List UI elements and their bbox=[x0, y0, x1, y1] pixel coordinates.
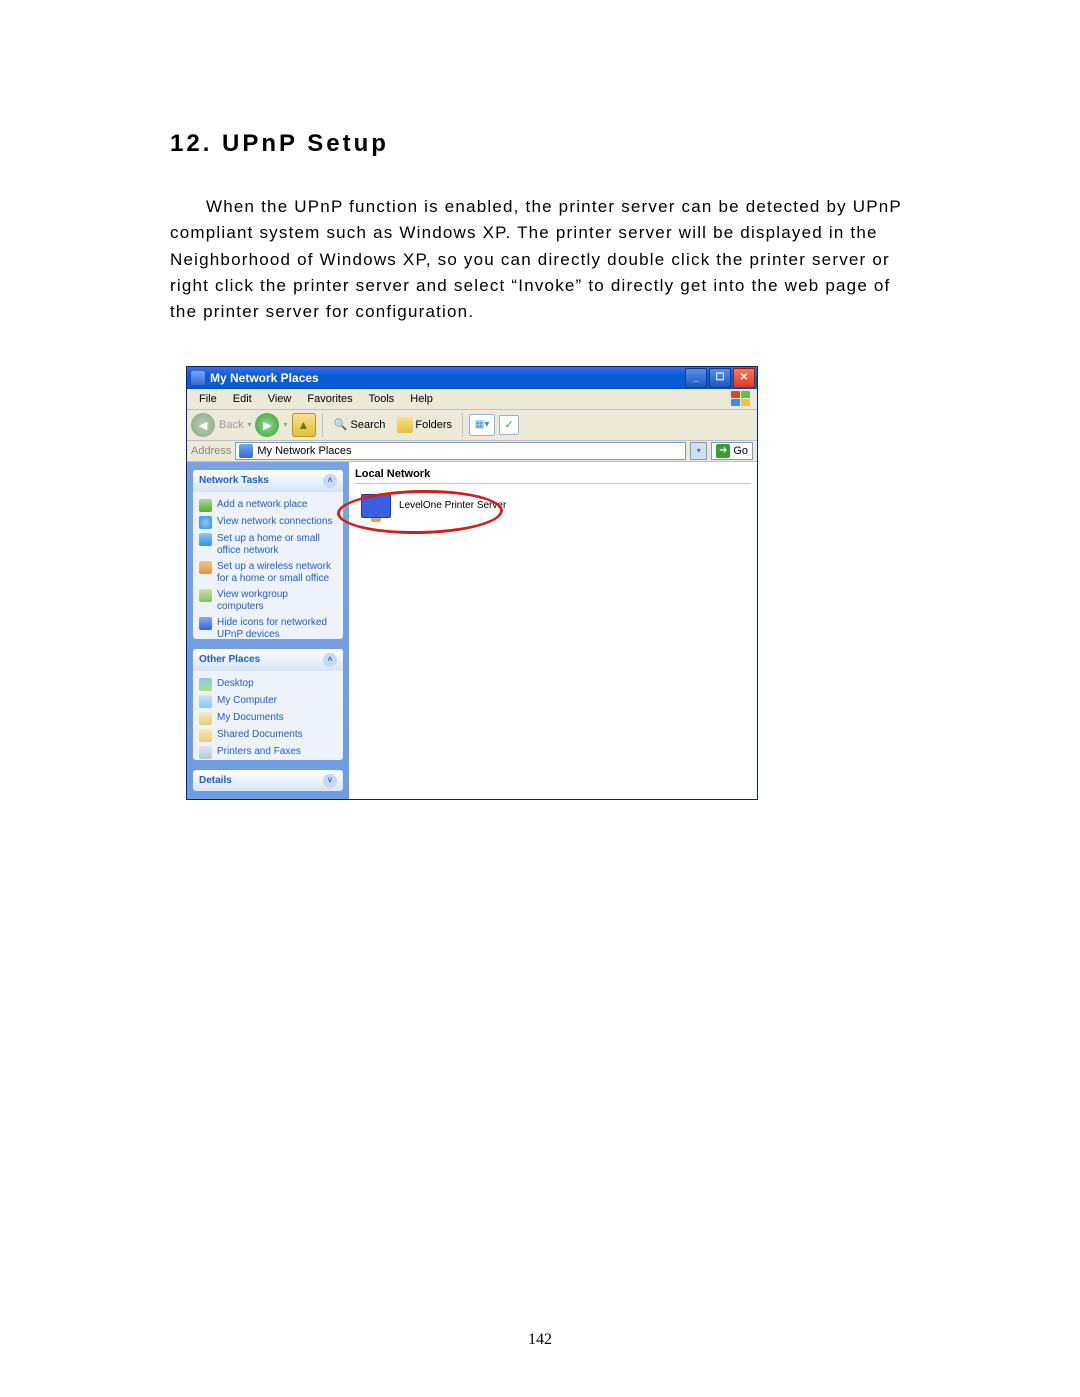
window-title: My Network Places bbox=[210, 371, 685, 385]
search-label: Search bbox=[351, 419, 386, 431]
other-places-title: Other Places bbox=[199, 654, 260, 665]
place-label: Shared Documents bbox=[217, 729, 303, 741]
desktop-icon bbox=[199, 678, 212, 691]
upnp-icon bbox=[199, 617, 212, 630]
back-label: Back bbox=[219, 419, 243, 431]
panel-details: Details ˅ bbox=[193, 770, 343, 791]
sidebar: Network Tasks ˄ Add a network place View… bbox=[187, 462, 349, 799]
page-number: 142 bbox=[0, 1331, 1080, 1349]
menu-file[interactable]: File bbox=[191, 392, 225, 406]
go-button[interactable]: ➜ Go bbox=[711, 442, 753, 460]
documents-icon bbox=[199, 712, 212, 725]
printers-icon bbox=[199, 746, 212, 759]
search-icon: 🔍 bbox=[333, 417, 349, 433]
content-area: Local Network LevelOne Printer Server bbox=[349, 462, 757, 799]
menu-edit[interactable]: Edit bbox=[225, 392, 260, 406]
panel-head-details[interactable]: Details ˅ bbox=[193, 770, 343, 791]
task-hide-upnp-icons[interactable]: Hide icons for networked UPnP devices bbox=[199, 615, 337, 639]
workgroup-icon bbox=[199, 589, 212, 602]
task-setup-wireless[interactable]: Set up a wireless network for a home or … bbox=[199, 559, 337, 587]
shared-docs-icon bbox=[199, 729, 212, 742]
back-button[interactable]: ◄ bbox=[191, 413, 215, 437]
folders-label: Folders bbox=[415, 419, 452, 431]
windows-logo-icon bbox=[731, 391, 753, 407]
address-field[interactable]: My Network Places bbox=[235, 442, 686, 460]
address-bar: Address My Network Places ▾ ➜ Go bbox=[187, 441, 757, 462]
task-setup-home-network[interactable]: Set up a home or small office network bbox=[199, 531, 337, 559]
task-label: View workgroup computers bbox=[217, 589, 337, 613]
task-view-network-connections[interactable]: View network connections bbox=[199, 514, 337, 531]
up-button[interactable]: ▲ bbox=[292, 413, 316, 437]
toolbar: ◄ Back ▾ ► ▾ ▲ 🔍 Search Folders ▦▾ ✓ bbox=[187, 410, 757, 441]
section-heading: 12. UPnP Setup bbox=[170, 130, 910, 158]
minimize-button[interactable]: _ bbox=[685, 368, 707, 388]
address-label: Address bbox=[191, 445, 231, 457]
go-icon: ➜ bbox=[716, 444, 730, 458]
device-printer-server[interactable]: LevelOne Printer Server bbox=[361, 494, 751, 518]
details-title: Details bbox=[199, 775, 232, 786]
screenshot-my-network-places: My Network Places _ ☐ ✕ File Edit View F… bbox=[186, 366, 758, 800]
place-printers-faxes[interactable]: Printers and Faxes bbox=[199, 744, 337, 760]
place-label: Desktop bbox=[217, 678, 254, 690]
toolbar-separator bbox=[462, 413, 463, 437]
computer-icon bbox=[199, 695, 212, 708]
panel-other-places: Other Places ˄ Desktop My Computer My Do… bbox=[193, 649, 343, 760]
chevron-up-icon: ˄ bbox=[323, 653, 337, 667]
home-network-icon bbox=[199, 533, 212, 546]
panel-network-tasks: Network Tasks ˄ Add a network place View… bbox=[193, 470, 343, 639]
task-label: View network connections bbox=[217, 516, 332, 528]
menu-view[interactable]: View bbox=[260, 392, 300, 406]
connections-icon bbox=[199, 516, 212, 529]
place-label: My Computer bbox=[217, 695, 277, 707]
task-label: Add a network place bbox=[217, 499, 308, 511]
network-places-icon bbox=[191, 371, 205, 385]
panel-head-other-places[interactable]: Other Places ˄ bbox=[193, 649, 343, 671]
chevron-down-icon: ˅ bbox=[323, 774, 337, 788]
device-label: LevelOne Printer Server bbox=[399, 500, 506, 511]
window-titlebar[interactable]: My Network Places _ ☐ ✕ bbox=[187, 367, 757, 389]
task-label: Set up a wireless network for a home or … bbox=[217, 561, 337, 585]
task-label: Set up a home or small office network bbox=[217, 533, 337, 557]
toolbar-separator bbox=[322, 413, 323, 437]
place-desktop[interactable]: Desktop bbox=[199, 676, 337, 693]
menu-favorites[interactable]: Favorites bbox=[299, 392, 360, 406]
place-label: Printers and Faxes bbox=[217, 746, 301, 758]
address-dropdown-icon[interactable]: ▾ bbox=[690, 442, 707, 460]
task-add-network-place[interactable]: Add a network place bbox=[199, 497, 337, 514]
close-button[interactable]: ✕ bbox=[733, 368, 755, 388]
menu-help[interactable]: Help bbox=[402, 392, 441, 406]
address-value: My Network Places bbox=[257, 445, 351, 457]
address-location-icon bbox=[239, 444, 253, 458]
device-monitor-icon bbox=[361, 494, 391, 518]
forward-dropdown-icon[interactable]: ▾ bbox=[283, 420, 287, 429]
wireless-icon bbox=[199, 561, 212, 574]
chevron-up-icon: ˄ bbox=[323, 474, 337, 488]
menu-tools[interactable]: Tools bbox=[361, 392, 403, 406]
menu-bar: File Edit View Favorites Tools Help bbox=[187, 389, 757, 410]
forward-button[interactable]: ► bbox=[255, 413, 279, 437]
place-label: My Documents bbox=[217, 712, 284, 724]
sync-button[interactable]: ✓ bbox=[499, 415, 519, 435]
views-button[interactable]: ▦▾ bbox=[469, 414, 495, 436]
go-label: Go bbox=[733, 445, 748, 457]
section-paragraph: When the UPnP function is enabled, the p… bbox=[170, 194, 910, 326]
task-view-workgroup[interactable]: View workgroup computers bbox=[199, 587, 337, 615]
network-tasks-title: Network Tasks bbox=[199, 475, 269, 486]
place-my-computer[interactable]: My Computer bbox=[199, 693, 337, 710]
back-dropdown-icon[interactable]: ▾ bbox=[247, 420, 251, 429]
add-place-icon bbox=[199, 499, 212, 512]
place-shared-documents[interactable]: Shared Documents bbox=[199, 727, 337, 744]
folders-icon bbox=[397, 417, 413, 433]
maximize-button[interactable]: ☐ bbox=[709, 368, 731, 388]
group-local-network: Local Network bbox=[355, 466, 751, 484]
place-my-documents[interactable]: My Documents bbox=[199, 710, 337, 727]
search-button[interactable]: 🔍 Search bbox=[329, 415, 390, 435]
panel-head-network-tasks[interactable]: Network Tasks ˄ bbox=[193, 470, 343, 492]
task-label: Hide icons for networked UPnP devices bbox=[217, 617, 337, 639]
folders-button[interactable]: Folders bbox=[393, 415, 456, 435]
